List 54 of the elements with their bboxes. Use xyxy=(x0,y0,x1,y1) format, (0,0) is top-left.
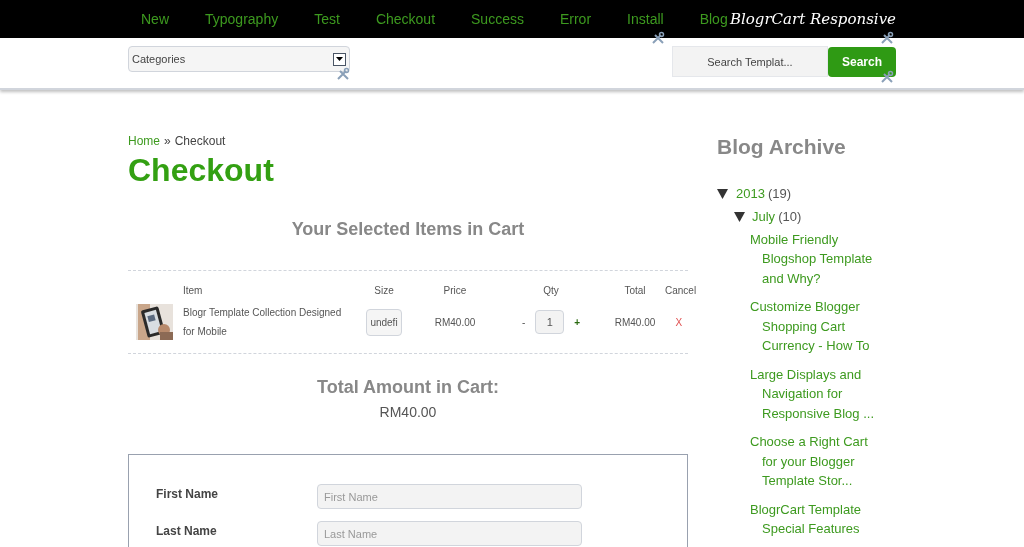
expanded-arrow-icon[interactable] xyxy=(734,211,745,223)
column-header: Price xyxy=(442,284,468,298)
search-button[interactable]: Search xyxy=(827,46,896,77)
nav-link[interactable]: Checkout xyxy=(375,8,436,30)
column-header: Item xyxy=(183,284,204,298)
column-header: Size xyxy=(373,284,395,298)
category-select[interactable]: Categories xyxy=(128,46,350,72)
nav-link[interactable]: Test xyxy=(314,8,340,30)
site-logo[interactable]: BlogrCart Responsive xyxy=(729,7,896,31)
sidebar-title: Blog Archive xyxy=(717,134,847,160)
quantity-field[interactable]: 1 xyxy=(535,310,565,334)
text-field[interactable]: Last Name xyxy=(317,521,582,546)
breadcrumb-current: Checkout xyxy=(174,133,226,150)
archive-count: (10) xyxy=(778,208,802,227)
post-link[interactable]: Customize Blogger Shopping Cart Currency - How To xyxy=(750,297,886,356)
nav-link[interactable]: Install xyxy=(627,8,664,30)
nav-link[interactable]: Error xyxy=(559,8,592,30)
post-link[interactable]: BlogrCart Template Special Features xyxy=(750,499,886,539)
total-amount: RM40.00 xyxy=(378,403,438,422)
expanded-arrow-icon[interactable] xyxy=(717,188,728,200)
tools-icon xyxy=(336,67,350,81)
search-field[interactable]: Search Templat... xyxy=(671,46,828,77)
post-link[interactable]: Large Displays and Navigation for Responsive Blog ... xyxy=(750,364,886,423)
increment-button[interactable]: + xyxy=(574,314,581,330)
text-field[interactable]: First Name xyxy=(317,484,582,509)
archive-link[interactable]: July xyxy=(752,207,776,227)
table-cell-text: RM40.00 xyxy=(433,315,477,330)
post-link[interactable]: Choose a Right Cart for your Blogger Template Stor... xyxy=(750,432,886,491)
tools-icon xyxy=(651,31,665,45)
total-label: Total Amount in Cart: xyxy=(316,376,500,399)
size-field[interactable]: undefi xyxy=(366,308,402,336)
breadcrumb-link[interactable]: Home xyxy=(128,132,160,150)
decrement-button[interactable]: - xyxy=(521,314,526,330)
nav-link[interactable]: Typography xyxy=(205,8,279,30)
item-name: Blogr Template Collection Designed for Mobile xyxy=(183,306,343,339)
column-header: Cancel xyxy=(665,284,697,298)
table-cell-text: RM40.00 xyxy=(613,315,657,330)
nav-link[interactable]: New xyxy=(141,8,169,30)
tools-icon xyxy=(880,70,894,84)
nav-link[interactable]: Success xyxy=(471,8,524,30)
tools-icon xyxy=(880,31,894,45)
post-link[interactable]: Mobile Friendly Blogshop Template and Why? xyxy=(750,229,886,288)
breadcrumb-separator: » xyxy=(164,133,171,150)
archive-link[interactable]: 2013 xyxy=(736,184,765,204)
archive-count: (19) xyxy=(767,185,792,204)
page-title: Checkout xyxy=(128,151,275,189)
field-label: Last Name xyxy=(156,523,218,540)
nav-link[interactable]: Blog xyxy=(699,8,728,30)
cart-heading: Your Selected Items in Cart xyxy=(290,218,526,241)
column-header: Total xyxy=(623,284,647,298)
caret-icon xyxy=(333,52,346,66)
remove-button[interactable]: X xyxy=(665,314,697,330)
field-label: First Name xyxy=(156,486,220,503)
column-header: Qty xyxy=(542,284,560,298)
